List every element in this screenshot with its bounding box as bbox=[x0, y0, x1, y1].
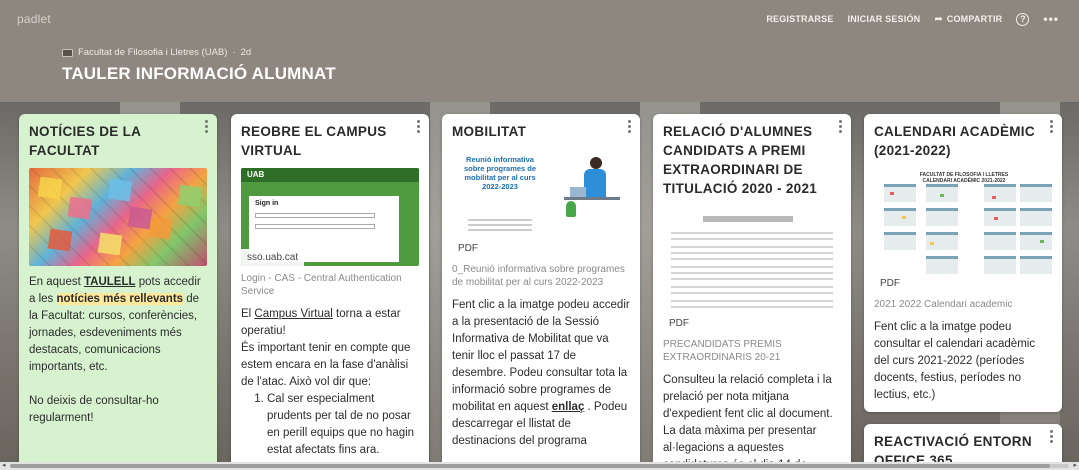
post-card-campus-virtual[interactable]: REOBRE EL CAMPUS VIRTUAL UAB Sign in sso… bbox=[231, 114, 429, 462]
campus-virtual-link[interactable]: Campus Virtual bbox=[254, 308, 332, 320]
post-body: Fent clic a la imatge podeu consultar el… bbox=[874, 321, 1036, 401]
kebab-menu-icon[interactable] bbox=[839, 120, 843, 135]
author-name[interactable]: Facultat de Filosofia i Lletres (UAB) bbox=[78, 47, 227, 58]
post-body: En aquest TAULELL pots accedir a les not… bbox=[19, 266, 217, 427]
signup-button[interactable]: REGISTRARSE bbox=[766, 14, 833, 24]
enllac-link[interactable]: enllaç bbox=[552, 401, 585, 413]
post-title: MOBILITAT bbox=[452, 124, 527, 139]
post-card-noticies[interactable]: NOTÍCIES DE LA FACULTAT En aquest TAULEL… bbox=[19, 114, 217, 462]
post-title: REACTIVACIÓ ENTORN OFFICE 365 bbox=[874, 434, 1032, 462]
sticky-notes-photo bbox=[29, 168, 207, 266]
body-text: En aquest bbox=[29, 276, 84, 288]
post-card-office365[interactable]: REACTIVACIÓ ENTORN OFFICE 365 bbox=[864, 424, 1062, 462]
scroll-thumb[interactable] bbox=[10, 464, 1050, 468]
body-text: És important tenir en compte que estem e… bbox=[241, 342, 411, 388]
kebab-menu-icon[interactable] bbox=[628, 120, 632, 135]
attachment-title[interactable]: 0_Reunió informativa sobre programes de … bbox=[442, 257, 640, 289]
pdf-badge: PDF bbox=[452, 240, 484, 257]
author-avatar bbox=[62, 48, 73, 57]
sticky-note bbox=[37, 176, 63, 200]
sticky-note bbox=[47, 228, 73, 252]
page-title: TAULER INFORMACIÓ ALUMNAT bbox=[62, 64, 336, 83]
post-card-mobilitat[interactable]: MOBILITAT Reunió informativa sobre progr… bbox=[442, 114, 640, 462]
padlet-meta: Facultat de Filosofia i Lletres (UAB) · … bbox=[62, 47, 251, 58]
calendar-page: FACULTAT DE FILOSOFIA I LLETRES CALENDAR… bbox=[874, 168, 1052, 292]
post-title: REOBRE EL CAMPUS VIRTUAL bbox=[241, 124, 387, 158]
scroll-left-icon[interactable]: ◂ bbox=[2, 462, 6, 470]
numbered-list: Cal ser especialment prudents per tal de… bbox=[267, 391, 419, 459]
pdf-preview-image[interactable]: FACULTAT DE FILOSOFIA I LLETRES CALENDAR… bbox=[874, 168, 1052, 292]
kebab-menu-icon[interactable] bbox=[205, 120, 209, 135]
list-item: Cal ser especialment prudents per tal de… bbox=[267, 391, 419, 459]
sticky-note bbox=[127, 206, 153, 230]
body-text: de la Facultat: cursos, conferències, jo… bbox=[29, 293, 200, 373]
post-card-premis[interactable]: RELACIÓ D'ALUMNES CANDIDATS A PREMI EXTR… bbox=[653, 114, 851, 462]
document-page bbox=[663, 206, 841, 332]
post-body: Fent clic a la imatge podeu accedir a la… bbox=[442, 289, 640, 450]
cover-title: Reunió informativa sobre programes de mo… bbox=[463, 155, 537, 191]
sticky-note bbox=[67, 196, 93, 220]
link-preview-image[interactable]: UAB Sign in sso.uab.cat bbox=[241, 168, 419, 266]
sticky-note bbox=[107, 178, 133, 202]
uab-logo: UAB bbox=[247, 170, 265, 179]
attachment-title[interactable]: 2021 2022 Calendari academic bbox=[864, 292, 1062, 311]
post-card-calendari[interactable]: CALENDARI ACADÈMIC (2021-2022) FACULTAT … bbox=[864, 114, 1062, 412]
attachment-title[interactable]: PRECANDIDATS PREMIS EXTRAORDINARIS 20-21 bbox=[653, 332, 851, 364]
post-title: RELACIÓ D'ALUMNES CANDIDATS A PREMI EXTR… bbox=[663, 124, 818, 196]
sticky-note bbox=[97, 232, 123, 256]
screenshot-bar: UAB bbox=[241, 168, 419, 182]
sticky-note bbox=[147, 216, 173, 240]
signin-heading: Sign in bbox=[255, 200, 279, 207]
kebab-menu-icon[interactable] bbox=[417, 120, 421, 135]
meta-separator: · bbox=[232, 47, 236, 58]
post-body: El Campus Virtual torna a estar operatiu… bbox=[231, 298, 429, 459]
highlighted-text: notícies més rellevants bbox=[56, 293, 184, 305]
page-header: padlet REGISTRARSE INICIAR SESIÓN ➦ COMP… bbox=[0, 0, 1079, 102]
top-nav: REGISTRARSE INICIAR SESIÓN ➦ COMPARTIR ?… bbox=[766, 12, 1059, 26]
post-age: 2d bbox=[240, 47, 252, 58]
pdf-preview-image[interactable]: PDF bbox=[663, 206, 841, 332]
more-icon[interactable]: ••• bbox=[1043, 12, 1059, 26]
illustration-person bbox=[564, 157, 620, 223]
input-line bbox=[255, 224, 375, 229]
wall-background: NOTÍCIES DE LA FACULTAT En aquest TAULEL… bbox=[0, 102, 1079, 462]
help-icon[interactable]: ? bbox=[1016, 12, 1030, 26]
padlet-logo[interactable]: padlet bbox=[17, 12, 51, 26]
share-button[interactable]: ➦ COMPARTIR bbox=[934, 14, 1002, 25]
input-line bbox=[255, 213, 375, 218]
pdf-badge: PDF bbox=[874, 275, 906, 292]
sticky-notes-image[interactable] bbox=[29, 168, 207, 266]
body-text: No deixis de consultar-ho regularment! bbox=[29, 395, 159, 424]
scroll-right-icon[interactable]: ▸ bbox=[1073, 462, 1077, 470]
pdf-badge: PDF bbox=[663, 315, 695, 332]
post-title: NOTÍCIES DE LA FACULTAT bbox=[29, 124, 141, 158]
body-text: El bbox=[241, 308, 255, 320]
share-icon: ➦ bbox=[934, 13, 943, 25]
calendar-title: FACULTAT DE FILOSOFIA I LLETRES CALENDAR… bbox=[919, 172, 1009, 184]
kebab-menu-icon[interactable] bbox=[1050, 120, 1054, 135]
pdf-preview-image[interactable]: Reunió informativa sobre programes de mo… bbox=[452, 149, 630, 257]
body-text: Fent clic a la imatge podeu accedir a la… bbox=[452, 299, 630, 413]
share-label: COMPARTIR bbox=[946, 14, 1003, 24]
login-button[interactable]: INICIAR SESIÓN bbox=[848, 14, 921, 24]
kebab-menu-icon[interactable] bbox=[1050, 430, 1054, 445]
horizontal-scrollbar[interactable]: ◂ ▸ bbox=[0, 462, 1079, 470]
sticky-note bbox=[177, 184, 203, 208]
post-body: Consulteu la relació completa i la prela… bbox=[663, 374, 833, 462]
post-title: CALENDARI ACADÈMIC (2021-2022) bbox=[874, 124, 1035, 158]
attachment-title[interactable]: Login - CAS - Central Authentication Ser… bbox=[231, 266, 429, 298]
taulell-link[interactable]: TAULELL bbox=[84, 276, 136, 288]
link-domain-badge: sso.uab.cat bbox=[241, 249, 305, 266]
